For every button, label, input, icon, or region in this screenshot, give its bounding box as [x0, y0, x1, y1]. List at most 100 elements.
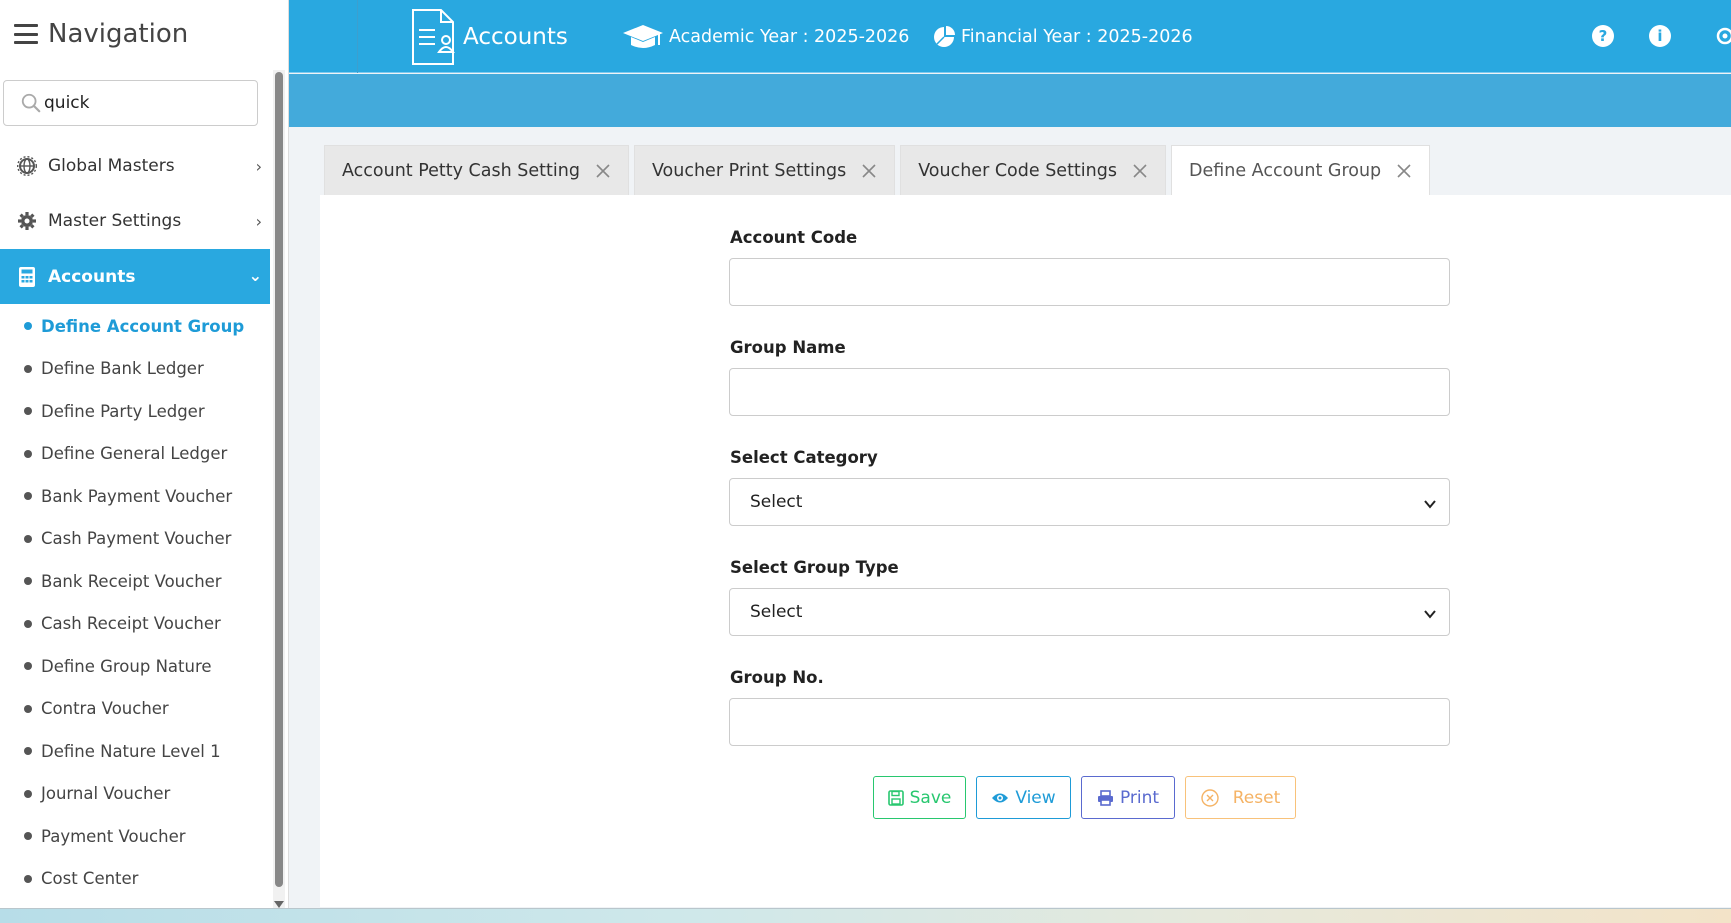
- printer-icon: [1097, 789, 1114, 806]
- bullet-icon: [24, 449, 32, 458]
- financial-year: Financial Year : 2025-2026: [933, 0, 1193, 73]
- info-icon[interactable]: i: [1649, 25, 1671, 47]
- submenu-label: Define Bank Ledger: [41, 359, 204, 379]
- module-label: Accounts: [463, 23, 568, 50]
- header-divider: [357, 0, 358, 73]
- nav-title: Navigation: [48, 19, 189, 49]
- submenu-item[interactable]: Define Group Nature: [0, 645, 270, 688]
- view-button[interactable]: View: [976, 776, 1071, 819]
- save-label: Save: [909, 787, 952, 808]
- tab-account-petty-cash-setting[interactable]: Account Petty Cash Setting: [324, 145, 629, 195]
- account-code-label: Account Code: [730, 228, 858, 247]
- chevron-down-icon: ⌄: [248, 266, 262, 285]
- submenu-item[interactable]: Define General Ledger: [0, 433, 270, 476]
- sidebar-item-label: Master Settings: [48, 210, 182, 231]
- reset-button[interactable]: Reset: [1185, 776, 1296, 819]
- group-name-input[interactable]: [729, 368, 1450, 416]
- view-label: View: [1015, 787, 1056, 808]
- tab-label: Voucher Code Settings: [918, 160, 1117, 181]
- bullet-icon: [24, 789, 32, 798]
- bullet-icon: [24, 832, 32, 841]
- reset-label: Reset: [1232, 787, 1281, 808]
- academic-year-label: Academic Year : 2025-2026: [669, 26, 910, 47]
- submenu-label: Journal Voucher: [41, 784, 171, 804]
- tab-define-account-group[interactable]: Define Account Group: [1170, 145, 1431, 195]
- group-type-label: Select Group Type: [730, 558, 899, 577]
- submenu-label: Define Party Ledger: [41, 401, 205, 421]
- bullet-icon: [24, 364, 32, 373]
- submenu-item[interactable]: Cash Receipt Voucher: [0, 603, 270, 646]
- print-label: Print: [1119, 787, 1160, 808]
- group-type-select[interactable]: Select: [729, 588, 1450, 636]
- close-icon[interactable]: [862, 163, 876, 178]
- os-taskbar: [0, 908, 1731, 923]
- submenu-item[interactable]: Payment Voucher: [0, 815, 270, 858]
- module-title: Accounts: [409, 0, 568, 73]
- sidebar-item-global-masters[interactable]: Global Masters ›: [0, 138, 270, 193]
- close-icon[interactable]: [596, 163, 610, 178]
- sidebar-item-accounts[interactable]: Accounts ⌄: [0, 249, 270, 304]
- save-button[interactable]: Save: [873, 776, 966, 819]
- submenu-label: Define Account Group: [41, 316, 245, 336]
- submenu-label: Define Nature Level 1: [41, 741, 221, 761]
- bullet-icon: [24, 704, 32, 713]
- tab-bar: Account Petty Cash Setting Voucher Print…: [324, 145, 1435, 195]
- category-select[interactable]: Select: [729, 478, 1450, 526]
- financial-year-label: Financial Year : 2025-2026: [961, 26, 1193, 47]
- submenu-item[interactable]: Bank Receipt Voucher: [0, 560, 270, 603]
- account-code-input[interactable]: [729, 258, 1450, 306]
- academic-year: Academic Year : 2025-2026: [623, 0, 909, 73]
- scroll-down-arrow-icon[interactable]: [274, 901, 284, 908]
- submenu-item[interactable]: Cost Center: [0, 858, 270, 901]
- chevron-right-icon: ›: [255, 212, 262, 231]
- submenu-item[interactable]: Define Account Group: [0, 305, 270, 348]
- gear-icon: [16, 210, 38, 232]
- close-icon[interactable]: [1397, 163, 1411, 178]
- help-icon[interactable]: ?: [1592, 25, 1614, 47]
- tab-label: Voucher Print Settings: [651, 160, 847, 181]
- submenu-item[interactable]: Cash Payment Voucher: [0, 518, 270, 561]
- submenu-item[interactable]: Journal Voucher: [0, 773, 270, 816]
- sidebar-item-label: Global Masters: [48, 155, 175, 176]
- sidebar-item-master-settings[interactable]: Master Settings ›: [0, 193, 270, 248]
- bullet-icon: [24, 662, 32, 671]
- sub-header-bar: [289, 74, 1731, 127]
- group-type-selected-value: Select: [750, 602, 803, 622]
- bullet-icon: [24, 619, 32, 628]
- sidebar-search[interactable]: [3, 80, 258, 126]
- scrollbar-thumb[interactable]: [275, 72, 283, 887]
- submenu-label: Define Group Nature: [41, 656, 212, 676]
- pie-chart-icon: [933, 25, 955, 48]
- bullet-icon: [24, 577, 32, 586]
- graduation-cap-icon: [623, 23, 663, 51]
- submenu-item[interactable]: Define Nature Level 1: [0, 730, 270, 773]
- tab-label: Account Petty Cash Setting: [342, 160, 580, 181]
- tab-voucher-print-settings[interactable]: Voucher Print Settings: [633, 145, 896, 195]
- submenu-label: Cost Center: [41, 869, 139, 889]
- submenu-label: Payment Voucher: [41, 826, 186, 846]
- bullet-icon: [24, 874, 32, 883]
- submenu-item[interactable]: Bank Payment Voucher: [0, 475, 270, 518]
- sidebar-scrollbar[interactable]: [273, 70, 285, 908]
- tab-voucher-code-settings[interactable]: Voucher Code Settings: [900, 145, 1166, 195]
- chevron-down-icon: [1423, 496, 1437, 516]
- search-input[interactable]: [44, 93, 244, 113]
- nav-header: Navigation: [0, 0, 288, 68]
- submenu-label: Cash Payment Voucher: [41, 529, 232, 549]
- hamburger-menu-icon[interactable]: [14, 24, 38, 44]
- submenu-item[interactable]: Contra Voucher: [0, 688, 270, 731]
- close-icon[interactable]: [1133, 163, 1147, 178]
- sidebar: Navigation Global Masters › Master Setti…: [0, 0, 289, 923]
- submenu-item[interactable]: Define Bank Ledger: [0, 348, 270, 391]
- submenu-item[interactable]: Define Party Ledger: [0, 390, 270, 433]
- group-no-label: Group No.: [730, 668, 824, 687]
- search-icon: [21, 93, 41, 113]
- print-button[interactable]: Print: [1081, 776, 1175, 819]
- group-no-input[interactable]: [729, 698, 1450, 746]
- bullet-icon: [24, 407, 32, 416]
- bullet-icon: [24, 747, 32, 756]
- document-user-icon: [409, 8, 457, 66]
- settings-gear-icon[interactable]: [1713, 24, 1731, 52]
- submenu-label: Cash Receipt Voucher: [41, 614, 221, 634]
- bullet-icon: [24, 492, 32, 501]
